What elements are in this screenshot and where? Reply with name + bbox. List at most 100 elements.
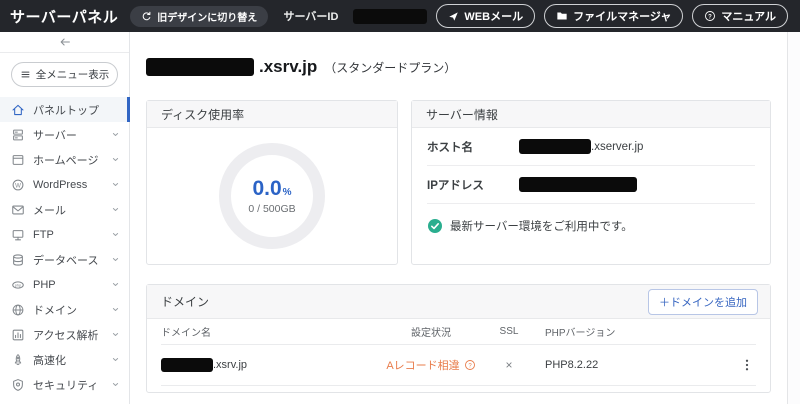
hamburger-icon	[20, 69, 31, 80]
ip-address-redacted	[519, 177, 637, 192]
sidebar-item-access-analytics[interactable]: アクセス解析	[0, 322, 129, 347]
sidebar-item-label: 高速化	[33, 354, 66, 367]
webmail-button[interactable]: WEBメール	[436, 4, 536, 28]
domain-card: ドメイン ＋ドメインを追加 ドメイン名 設定状況 SSL PHPバージョン .x…	[146, 284, 771, 393]
row-domain-redacted	[161, 358, 213, 372]
server-id-redacted	[353, 8, 428, 24]
wordpress-icon: W	[11, 178, 25, 192]
sidebar-item-label: PHP	[33, 278, 56, 291]
host-name-redacted	[519, 139, 591, 154]
sidebar-item-label: ホームページ	[33, 154, 99, 167]
chevron-down-icon	[111, 380, 120, 389]
check-circle-icon	[427, 218, 443, 234]
row-php-version: PHP8.2.22	[545, 359, 599, 371]
switch-old-design-button[interactable]: 旧デザインに切り替え	[130, 5, 269, 27]
sidebar-item-label: FTP	[33, 228, 54, 241]
folder-icon	[556, 10, 568, 22]
sidebar-item-database[interactable]: データベース	[0, 247, 129, 272]
app-logo: サーバーパネル	[10, 8, 119, 26]
row-ssl-status: ×	[505, 358, 513, 372]
sidebar-item-homepage[interactable]: ホームページ	[0, 147, 129, 172]
database-icon	[11, 253, 25, 267]
file-manager-button[interactable]: ファイルマネージャ	[544, 4, 684, 28]
server-environment-status-text: 最新サーバー環境をご利用中です。	[450, 221, 633, 233]
manual-button[interactable]: ? マニュアル	[692, 4, 788, 28]
chart-icon	[11, 328, 25, 342]
ip-address-label: IPアドレス	[427, 179, 484, 192]
svg-text:php: php	[15, 283, 21, 287]
manual-label: マニュアル	[721, 11, 776, 23]
browser-icon	[11, 153, 25, 167]
sidebar-item-ftp[interactable]: FTP	[0, 222, 129, 247]
status-help-icon[interactable]: ?	[464, 359, 476, 371]
rocket-icon	[11, 353, 25, 367]
svg-text:?: ?	[708, 14, 712, 20]
chevron-down-icon	[111, 280, 120, 289]
chevron-down-icon	[111, 155, 120, 164]
shield-icon	[11, 378, 25, 392]
top-bar-right: サーバーID WEBメール ファイルマネージャ ? マニュアル	[284, 4, 788, 28]
domain-table-row: .xsrv.jp Aレコード相違 ? × PHP8.2.22	[161, 345, 756, 386]
sidebar-item-label: パネルトップ	[33, 104, 99, 117]
sidebar-item-label: ドメイン	[33, 304, 77, 317]
sidebar: 全メニュー表示 パネルトップ サーバー ホームページ W WordPress メ…	[0, 32, 130, 404]
ip-address-row: IPアドレス	[427, 166, 755, 204]
chevron-down-icon	[111, 205, 120, 214]
chevron-down-icon	[111, 255, 120, 264]
column-header-php-version: PHPバージョン	[545, 328, 616, 339]
refresh-icon	[141, 11, 152, 22]
page-title-plan: （スタンダードプラン）	[324, 60, 457, 75]
row-domain-suffix: .xsrv.jp	[213, 359, 248, 371]
svg-text:?: ?	[468, 363, 472, 369]
sidebar-item-php[interactable]: php PHP	[0, 272, 129, 297]
sidebar-item-speedup[interactable]: 高速化	[0, 347, 129, 372]
globe-icon	[11, 303, 25, 317]
vertical-scrollbar[interactable]	[787, 32, 800, 404]
paper-plane-icon	[448, 11, 459, 22]
server-id-label: サーバーID	[283, 11, 339, 23]
disk-usage-percent: 0.0	[252, 177, 282, 200]
question-circle-icon: ?	[704, 10, 716, 22]
show-all-menu-button[interactable]: 全メニュー表示	[11, 62, 118, 87]
sidebar-item-label: セキュリティ	[33, 379, 99, 392]
server-environment-status: 最新サーバー環境をご利用中です。	[427, 204, 755, 248]
domain-card-title: ドメイン	[161, 295, 210, 309]
page-title-domain: .xsrv.jp	[259, 57, 318, 76]
sidebar-item-server[interactable]: サーバー	[0, 122, 129, 147]
server-icon	[11, 128, 25, 142]
add-domain-button[interactable]: ＋ドメインを追加	[648, 288, 758, 315]
chevron-down-icon	[111, 330, 120, 339]
php-icon: php	[11, 278, 25, 292]
domain-table-header-row: ドメイン名 設定状況 SSL PHPバージョン	[161, 319, 756, 345]
host-name-suffix: .xserver.jp	[591, 140, 644, 153]
server-info-card: サーバー情報 ホスト名 .xserver.jp IPアドレス 最新サーバー環境を…	[411, 100, 771, 265]
sidebar-item-label: WordPress	[33, 178, 88, 191]
disk-usage-percent-unit: %	[282, 187, 292, 198]
row-config-status: Aレコード相違	[386, 360, 460, 372]
monitor-icon	[11, 228, 25, 242]
domain-table: ドメイン名 設定状況 SSL PHPバージョン .xsrv.jp Aレコード相違…	[147, 319, 770, 392]
sidebar-item-security[interactable]: セキュリティ	[0, 372, 129, 397]
sidebar-item-panel-top[interactable]: パネルトップ	[0, 97, 130, 122]
sidebar-collapse-button[interactable]	[0, 32, 129, 53]
page-title: .xsrv.jp （スタンダードプラン）	[146, 57, 771, 77]
home-icon	[11, 103, 25, 117]
kebab-menu-icon[interactable]	[738, 356, 756, 374]
webmail-label: WEBメール	[464, 11, 524, 23]
sidebar-item-wordpress[interactable]: W WordPress	[0, 172, 129, 197]
disk-usage-donut: 0.0 % 0 / 500GB	[219, 143, 325, 249]
server-panel-app: サーバーパネル 旧デザインに切り替え サーバーID WEBメール ファイルマネー…	[0, 0, 800, 404]
chevron-down-icon	[111, 355, 120, 364]
main-content: .xsrv.jp （スタンダードプラン） ディスク使用率 0.0 % 0 / 5…	[130, 32, 787, 404]
chevron-down-icon	[111, 180, 120, 189]
mail-icon	[11, 203, 25, 217]
disk-usage-amount: 0 / 500GB	[248, 203, 296, 215]
host-name-label: ホスト名	[427, 141, 473, 154]
host-name-row: ホスト名 .xserver.jp	[427, 128, 755, 166]
sidebar-item-label: アクセス解析	[33, 329, 99, 342]
file-manager-label: ファイルマネージャ	[573, 11, 672, 23]
chevron-down-icon	[111, 305, 120, 314]
sidebar-item-mail[interactable]: メール	[0, 197, 129, 222]
back-arrow-icon	[58, 35, 72, 49]
sidebar-item-domain[interactable]: ドメイン	[0, 297, 129, 322]
